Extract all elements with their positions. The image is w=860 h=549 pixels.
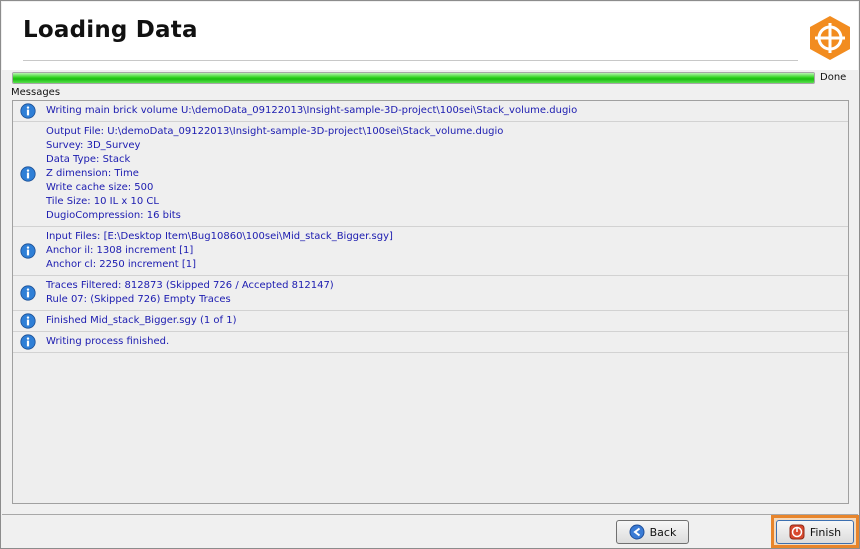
info-icon [20, 334, 36, 350]
message-text: Z dimension: Time [46, 168, 139, 179]
footer-divider [2, 514, 858, 515]
finish-button[interactable]: Finish [776, 520, 854, 544]
page-title: Loading Data [23, 17, 198, 43]
message-row[interactable]: Traces Filtered: 812873 (Skipped 726 / A… [13, 276, 848, 311]
back-arrow-icon [629, 524, 645, 540]
info-icon [20, 243, 36, 259]
info-icon [20, 166, 36, 182]
progress-status: Done [820, 72, 847, 83]
header-divider [23, 60, 798, 61]
message-row[interactable]: Output File: U:\demoData_09122013\Insigh… [13, 122, 848, 227]
message-row[interactable]: Finished Mid_stack_Bigger.sgy (1 of 1) [13, 311, 848, 332]
message-row[interactable]: Writing main brick volume U:\demoData_09… [13, 101, 848, 122]
messages-list[interactable]: Writing main brick volume U:\demoData_09… [12, 100, 849, 504]
message-text: Input Files: [E:\Desktop Item\Bug10860\1… [46, 231, 393, 242]
message-text: Writing process finished. [46, 336, 170, 347]
back-button[interactable]: Back [616, 520, 689, 544]
dialog-header: Loading Data [2, 2, 858, 70]
message-row[interactable]: Input Files: [E:\Desktop Item\Bug10860\1… [13, 227, 848, 276]
message-text: Traces Filtered: 812873 (Skipped 726 / A… [46, 280, 334, 291]
message-text: Writing main brick volume U:\demoData_09… [46, 105, 578, 116]
progress-row: Done [11, 71, 859, 87]
loading-data-dialog: Loading Data Done Messages Writing main … [0, 0, 860, 549]
info-icon [20, 103, 36, 119]
message-text: Anchor cl: 2250 increment [1] [46, 259, 197, 270]
info-icon [20, 285, 36, 301]
message-text: Output File: U:\demoData_09122013\Insigh… [46, 126, 504, 137]
finish-icon [789, 524, 805, 540]
message-text: Rule 07: (Skipped 726) Empty Traces [46, 294, 231, 305]
message-text: Write cache size: 500 [46, 182, 154, 193]
message-text: Finished Mid_stack_Bigger.sgy (1 of 1) [46, 315, 237, 326]
finish-button-label: Finish [809, 525, 842, 539]
crosshair-logo-icon [810, 16, 850, 60]
message-row[interactable]: Writing process finished. [13, 332, 848, 353]
message-text: Data Type: Stack [46, 154, 131, 165]
progress-bar [12, 72, 815, 84]
back-button-label: Back [649, 525, 677, 539]
message-text: Survey: 3D_Survey [46, 140, 141, 151]
message-text: DugioCompression: 16 bits [46, 210, 181, 221]
messages-label: Messages [11, 87, 61, 98]
progress-bar-fill [13, 73, 814, 83]
message-text: Tile Size: 10 IL x 10 CL [46, 196, 159, 207]
message-text: Anchor il: 1308 increment [1] [46, 245, 194, 256]
info-icon [20, 313, 36, 329]
